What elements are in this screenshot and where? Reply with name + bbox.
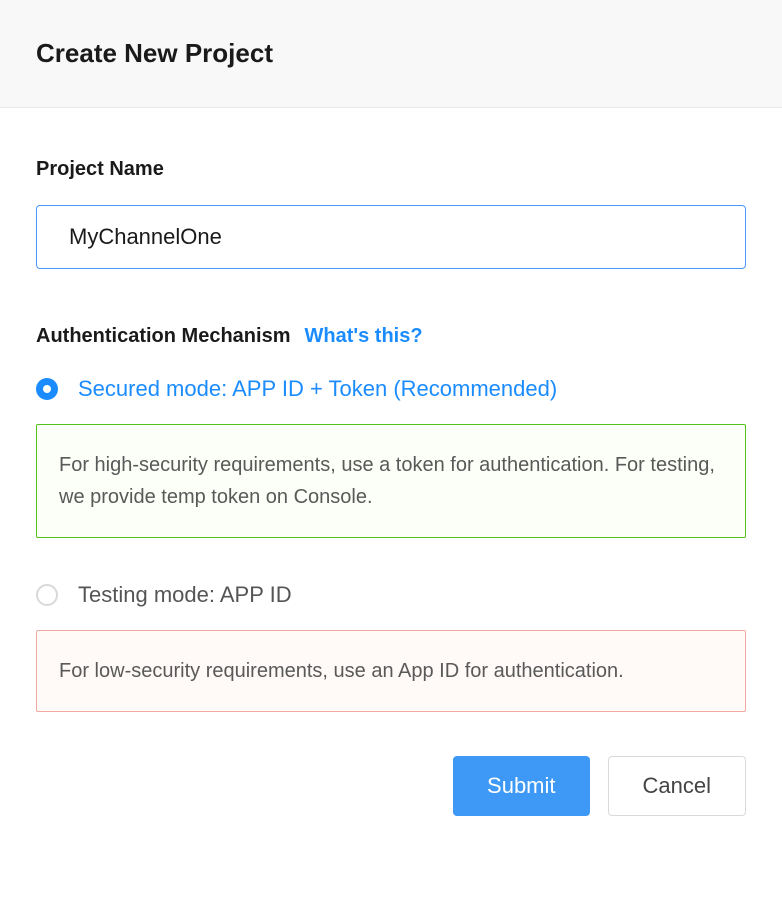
radio-option-testing[interactable]: Testing mode: APP ID xyxy=(36,582,746,608)
cancel-button[interactable]: Cancel xyxy=(608,756,746,816)
project-name-label: Project Name xyxy=(36,158,746,181)
dialog-header: Create New Project xyxy=(0,0,782,108)
dialog-actions: Submit Cancel xyxy=(36,756,746,816)
radio-secured-label: Secured mode: APP ID + Token (Recommende… xyxy=(78,376,557,402)
auth-section-header: Authentication Mechanism What's this? xyxy=(36,325,746,348)
dialog-title: Create New Project xyxy=(36,38,746,69)
secured-description-box: For high-security requirements, use a to… xyxy=(36,424,746,538)
whats-this-link[interactable]: What's this? xyxy=(304,325,422,348)
auth-section: Authentication Mechanism What's this? Se… xyxy=(36,325,746,816)
project-name-input[interactable] xyxy=(36,205,746,269)
radio-secured[interactable] xyxy=(36,378,58,400)
dialog-content: Project Name Authentication Mechanism Wh… xyxy=(0,108,782,840)
submit-button[interactable]: Submit xyxy=(453,756,589,816)
testing-description-box: For low-security requirements, use an Ap… xyxy=(36,630,746,712)
auth-section-title: Authentication Mechanism xyxy=(36,325,290,348)
radio-testing[interactable] xyxy=(36,584,58,606)
radio-testing-label: Testing mode: APP ID xyxy=(78,582,292,608)
radio-option-secured[interactable]: Secured mode: APP ID + Token (Recommende… xyxy=(36,376,746,402)
